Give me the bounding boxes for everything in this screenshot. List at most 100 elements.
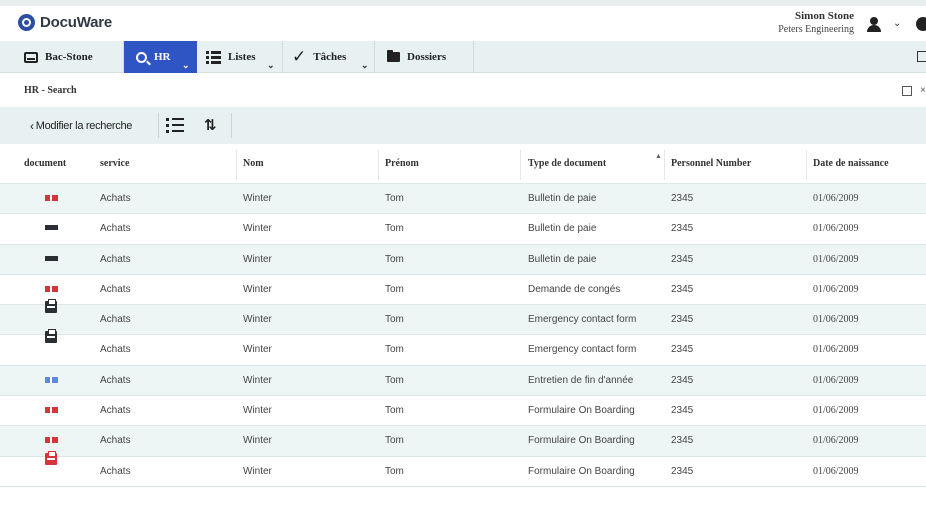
toolbar-divider [158, 113, 159, 138]
main-navigation: Bac-Stone HR ⌄ Listes ⌄ ✓ Tâches ⌄ Dossi… [0, 41, 926, 73]
cell-date: 01/06/2009 [813, 344, 859, 356]
cell-date: 01/06/2009 [813, 193, 859, 204]
cell-personnel-number: 2345 [671, 253, 694, 265]
result-toolbar: ‹ Modifier la recherche ⇅ [0, 107, 926, 144]
column-header-type[interactable]: Type de document [528, 158, 606, 169]
cell-date: 01/06/2009 [813, 253, 859, 265]
gear-icon[interactable] [916, 17, 926, 31]
table-row[interactable]: Achats Winter Tom Entretien de fin d'année 2… [0, 365, 926, 397]
cell-date: 01/06/2009 [813, 374, 859, 386]
table-row[interactable]: Achats Winter Tom Formulaire On Boarding 234… [0, 450, 926, 487]
cell-document-type: Bulletin de paie [528, 193, 597, 204]
cell-personnel-number: 2345 [671, 344, 694, 356]
tab-folders[interactable]: Dossiers [375, 41, 474, 73]
cell-document-type: Formulaire On Boarding [528, 405, 635, 417]
clipboard-red-icon[interactable] [45, 450, 57, 465]
cell-prenom: Tom [385, 344, 404, 356]
cell-service: Achats [100, 374, 131, 386]
tab-tasks[interactable]: ✓ Tâches ⌄ [283, 41, 375, 73]
cell-personnel-number: 2345 [671, 223, 694, 235]
pdf-document-icon[interactable] [45, 437, 58, 444]
tab-hr-search[interactable]: HR ⌄ [124, 41, 197, 73]
app-header: DocuWare Simon Stone Peters Engineering … [0, 6, 926, 41]
column-divider[interactable] [520, 150, 521, 180]
pdf-document-icon[interactable] [45, 195, 58, 201]
tab-label: HR [154, 51, 171, 63]
table-row[interactable]: Achats Winter Tom Formulaire On Boarding 234… [0, 426, 926, 457]
pdf-document-icon[interactable] [45, 285, 58, 292]
column-divider[interactable] [664, 150, 665, 180]
cell-nom: Winter [243, 253, 272, 265]
cell-service: Achats [100, 435, 131, 447]
pdf-document-icon[interactable] [45, 407, 58, 414]
cell-nom: Winter [243, 193, 272, 204]
tab-label: Dossiers [407, 51, 447, 63]
cell-date: 01/06/2009 [813, 435, 859, 447]
sort-icon[interactable]: ⇅ [204, 116, 220, 134]
document-icon[interactable] [45, 225, 58, 231]
cell-prenom: Tom [385, 314, 404, 326]
cell-service: Achats [100, 405, 131, 417]
logo-text: DocuWare [40, 14, 113, 31]
cell-personnel-number: 2345 [671, 435, 694, 447]
table-row[interactable]: Achats Winter Tom Emergency contact form 234… [0, 299, 926, 336]
tab-lists[interactable]: Listes ⌄ [197, 41, 283, 73]
clipboard-icon[interactable] [45, 329, 57, 344]
tab-label: Listes [228, 51, 256, 63]
cell-personnel-number: 2345 [671, 465, 694, 477]
user-name: Simon Stone [795, 10, 854, 22]
column-header-personnel-number[interactable]: Personnel Number [671, 158, 751, 169]
column-divider[interactable] [236, 150, 237, 180]
popout-icon[interactable] [902, 86, 912, 96]
document-icon[interactable] [45, 255, 58, 261]
window-icon[interactable] [917, 51, 926, 62]
chevron-down-icon[interactable]: ⌄ [361, 60, 369, 71]
modify-search-label: Modifier la recherche [35, 119, 133, 132]
cell-prenom: Tom [385, 223, 404, 235]
sort-ascending-icon: ▲ [655, 153, 662, 160]
cell-service: Achats [100, 465, 131, 477]
cell-prenom: Tom [385, 405, 404, 417]
cell-personnel-number: 2345 [671, 374, 694, 386]
table-row[interactable]: Achats Winter Tom Emergency contact form 234… [0, 329, 926, 366]
clipboard-icon[interactable] [45, 299, 57, 314]
cell-date: 01/06/2009 [813, 405, 859, 417]
user-info: Simon Stone Peters Engineering [778, 10, 854, 36]
cell-date: 01/06/2009 [813, 465, 859, 477]
cell-document-type: Bulletin de paie [528, 223, 597, 235]
chevron-down-icon[interactable]: ⌄ [182, 60, 190, 71]
word-document-icon[interactable] [45, 376, 58, 383]
cell-nom: Winter [243, 374, 272, 386]
cell-date: 01/06/2009 [813, 283, 859, 295]
table-row[interactable]: Achats Winter Tom Bulletin de paie 2345 01/06… [0, 184, 926, 215]
chevron-down-icon[interactable]: ⌄ [267, 60, 275, 71]
tab-basket[interactable]: Bac-Stone [0, 41, 124, 73]
cell-prenom: Tom [385, 193, 404, 204]
table-header: document service Nom Prénom Type de docu… [0, 144, 926, 184]
toolbar-divider [231, 113, 232, 138]
modify-search-button[interactable]: ‹ Modifier la recherche [30, 107, 132, 144]
column-header-service[interactable]: service [100, 158, 129, 169]
cell-service: Achats [100, 253, 131, 265]
column-header-document[interactable]: document [24, 158, 66, 169]
user-avatar-icon[interactable] [866, 15, 888, 35]
table-row[interactable]: Achats Winter Tom Bulletin de paie 2345 01/06… [0, 214, 926, 245]
checkmark-icon: ✓ [292, 47, 307, 67]
search-icon [136, 51, 147, 63]
close-icon[interactable]: × [920, 85, 926, 96]
chevron-down-icon[interactable]: ⌄ [893, 18, 901, 29]
cell-personnel-number: 2345 [671, 405, 694, 417]
column-header-date[interactable]: Date de naissance [813, 158, 889, 169]
table-row[interactable]: Achats Winter Tom Bulletin de paie 2345 01/06… [0, 244, 926, 275]
results-table: document service Nom Prénom Type de docu… [0, 144, 926, 487]
table-row[interactable]: Achats Winter Tom Demande de congés 2345 01/0… [0, 275, 926, 306]
list-view-icon[interactable] [166, 117, 184, 133]
app-logo[interactable]: DocuWare [18, 14, 112, 31]
column-divider[interactable] [806, 150, 807, 180]
column-header-prenom[interactable]: Prénom [385, 158, 419, 169]
table-row[interactable]: Achats Winter Tom Formulaire On Boarding 234… [0, 396, 926, 427]
cell-date: 01/06/2009 [813, 314, 859, 326]
cell-service: Achats [100, 344, 131, 356]
column-header-nom[interactable]: Nom [243, 158, 264, 169]
column-divider[interactable] [378, 150, 379, 180]
